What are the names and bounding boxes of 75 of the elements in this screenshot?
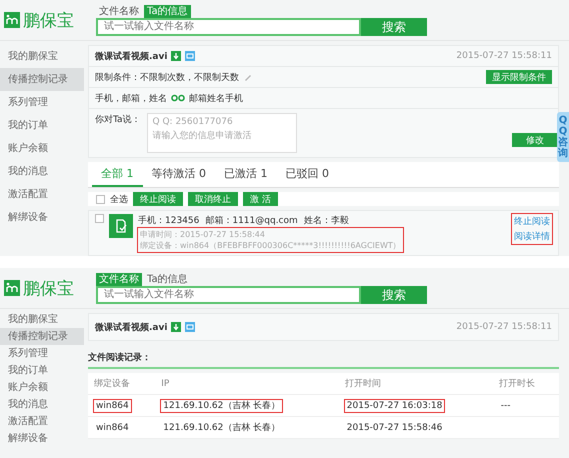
file-time: 2015-07-27 15:58:11 [456,51,552,61]
file-time: 2015-07-27 15:58:11 [456,322,552,332]
filter-tab[interactable]: 已激活 1 [215,162,276,187]
search-button[interactable]: 搜索 [361,286,427,304]
sidebar-item[interactable]: 激活配置 [0,413,84,430]
filter-tab[interactable]: 全部 1 [92,162,142,187]
logo-text: 鹏保宝 [23,278,74,300]
sidebar-item[interactable]: 系列管理 [0,91,84,114]
message-label: 你对Ta说： [95,114,141,126]
sidebar-item[interactable]: 传播控制记录 [0,68,84,91]
table-cell-text: 121.69.10.62（吉林 长春） [162,422,282,434]
glasses-icon [171,94,185,102]
name-text: 姓名：李毅 [304,214,349,227]
document-check-icon [109,214,133,238]
file-name: 微课试看视频.avi [95,321,168,334]
filter-tab[interactable]: 等待激活 0 [142,162,215,187]
table-cell: win864 [94,400,131,412]
sidebar-item[interactable]: 我的消息 [0,160,84,183]
sidebar-item[interactable]: 系列管理 [0,345,84,362]
action-button[interactable]: 终止阅读 [133,192,183,206]
column-header: 绑定设备 [88,373,156,394]
file-name: 微课试看视频.avi [95,50,168,62]
sidebar-item[interactable]: 我的订单 [0,362,84,379]
search-field[interactable]: 试一试输入文件名称 [96,286,361,304]
action-button[interactable]: 激 活 [243,192,278,206]
download-icon[interactable] [171,51,182,61]
sidebar-item[interactable]: 我的消息 [0,396,84,413]
logo-icon [4,12,20,28]
section-title: 文件阅读记录： [88,345,559,369]
table-cell-text: 2015-07-27 15:58:46 [346,422,444,434]
logo-icon [4,280,20,296]
logo-text: 鹏保宝 [23,10,74,32]
sidebar-item[interactable]: 账户余额 [0,379,84,396]
sidebar-item[interactable]: 传播控制记录 [0,328,84,345]
action-button[interactable]: 取消终止 [188,192,238,206]
search-field[interactable]: 试一试输入文件名称 [96,18,361,36]
table-cell: 2015-07-27 16:03:18 [344,400,444,412]
column-header: 打开时长 [492,373,559,394]
device-text: 绑定设备：win864（BFEBFBFF000306C*****3!!!!!!!!!!6AGCIEWT） [140,240,401,251]
column-header: IP [155,373,339,394]
sidebar-item[interactable]: 账户余额 [0,137,84,160]
sidebar-item[interactable]: 我的订单 [0,114,84,137]
edit-button[interactable]: 修改 [512,133,558,147]
sidebar-item[interactable]: 解绑设备 [0,430,84,447]
search-button[interactable]: 搜索 [361,18,427,36]
show-limits-button[interactable]: 显示限制条件 [486,70,552,84]
phone-text: 手机：123456 [138,214,200,227]
table-cell-text: win864 [95,422,130,434]
sidebar-item[interactable]: 我的鹏保宝 [0,45,84,68]
row-link[interactable]: 终止阅读 [514,215,550,228]
row-checkbox[interactable] [95,214,104,223]
monitor-icon[interactable] [185,322,196,332]
row-link[interactable]: 阅读详情 [514,230,550,243]
sidebar-item[interactable]: 解绑设备 [0,206,84,229]
contact-value: 邮箱姓名手机 [189,92,243,104]
search-tab[interactable]: 文件名称 [96,272,142,286]
table-cell-text: --- [500,400,512,412]
sidebar-item[interactable]: 激活配置 [0,183,84,206]
apply-time-text: 申请时间：2015-07-27 15:58:44 [140,229,266,240]
search-tab[interactable]: Ta的信息 [144,4,191,18]
search-tab[interactable]: 文件名称 [96,4,142,18]
select-all-label: 全选 [110,194,128,206]
filter-tab[interactable]: 已驳回 0 [276,162,338,187]
column-header: 打开时间 [338,373,493,394]
email-text: 邮箱：1111@qq.com [205,214,298,227]
table-cell: 121.69.10.62（吉林 长春） [161,400,282,412]
search-tab[interactable]: Ta的信息 [144,272,191,286]
select-all-checkbox[interactable] [96,194,105,204]
monitor-icon[interactable] [185,51,196,61]
download-icon[interactable] [171,322,182,332]
qq-consult-tab[interactable]: QQ咨询 [557,112,569,162]
limit-text: 限制条件：不限制次数，不限制天数 [95,72,239,84]
contact-label: 手机，邮箱，姓名 [95,92,167,104]
edit-icon[interactable] [243,72,253,82]
sidebar-item[interactable]: 我的鹏保宝 [0,311,84,328]
